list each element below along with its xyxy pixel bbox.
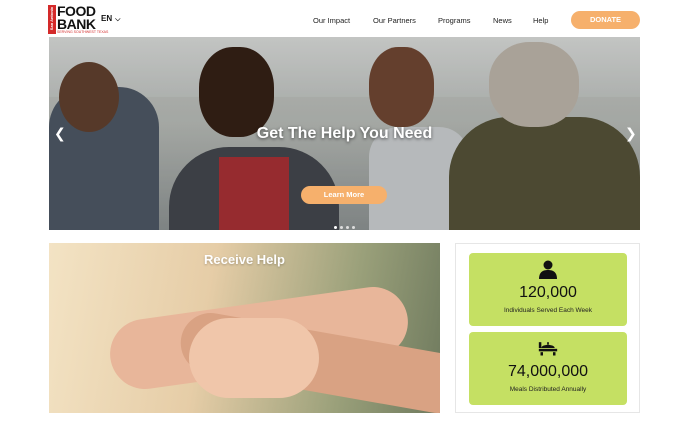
stat-label: Individuals Served Each Week xyxy=(503,307,593,314)
food-bank-logo[interactable]: San Antonio FOOD BANK SERVING SOUTHWEST … xyxy=(48,4,108,34)
learn-more-button[interactable]: Learn More xyxy=(301,186,387,204)
nav-our-partners[interactable]: Our Partners xyxy=(373,16,416,25)
logo-tagline: SERVING SOUTHWEST TEXAS xyxy=(57,30,109,34)
logo-line-2: BANK xyxy=(57,16,96,32)
chevron-down-icon: ⌵ xyxy=(115,16,121,23)
carousel-dot[interactable] xyxy=(346,226,349,229)
stat-label: Meals Distributed Annually xyxy=(509,386,587,393)
carousel-dot[interactable] xyxy=(340,226,343,229)
hero-title: Get The Help You Need xyxy=(256,125,433,142)
nav-our-impact[interactable]: Our Impact xyxy=(313,16,350,25)
carousel-dots xyxy=(334,216,358,230)
impact-stats-panel: 120,000 Individuals Served Each Week 74,… xyxy=(455,243,640,413)
stat-card-individuals: 120,000 Individuals Served Each Week xyxy=(469,253,627,326)
nav-news[interactable]: News xyxy=(493,16,512,25)
site-header: San Antonio FOOD BANK SERVING SOUTHWEST … xyxy=(0,0,690,38)
person-icon xyxy=(539,260,557,279)
food-tray-icon xyxy=(538,342,558,356)
receive-help-title: Receive Help xyxy=(204,252,285,267)
nav-help[interactable]: Help xyxy=(533,16,548,25)
stat-card-meals: 74,000,000 Meals Distributed Annually xyxy=(469,332,627,405)
carousel-dot[interactable] xyxy=(334,226,337,229)
logo-side-band: San Antonio xyxy=(48,5,56,34)
language-code: EN xyxy=(101,14,113,23)
language-selector[interactable]: EN ⌵ xyxy=(101,14,120,24)
donate-button[interactable]: DONATE xyxy=(571,11,640,29)
receive-help-card[interactable]: Receive Help xyxy=(49,243,440,413)
stat-value: 120,000 xyxy=(519,284,577,301)
stat-value: 74,000,000 xyxy=(507,363,589,380)
carousel-dot[interactable] xyxy=(352,226,355,229)
nav-programs[interactable]: Programs xyxy=(438,16,471,25)
hands-photo-clasp xyxy=(189,318,319,398)
hero-carousel: ❮ ❯ Get The Help You Need Learn More xyxy=(49,37,640,230)
logo-side-text: San Antonio xyxy=(49,6,55,31)
